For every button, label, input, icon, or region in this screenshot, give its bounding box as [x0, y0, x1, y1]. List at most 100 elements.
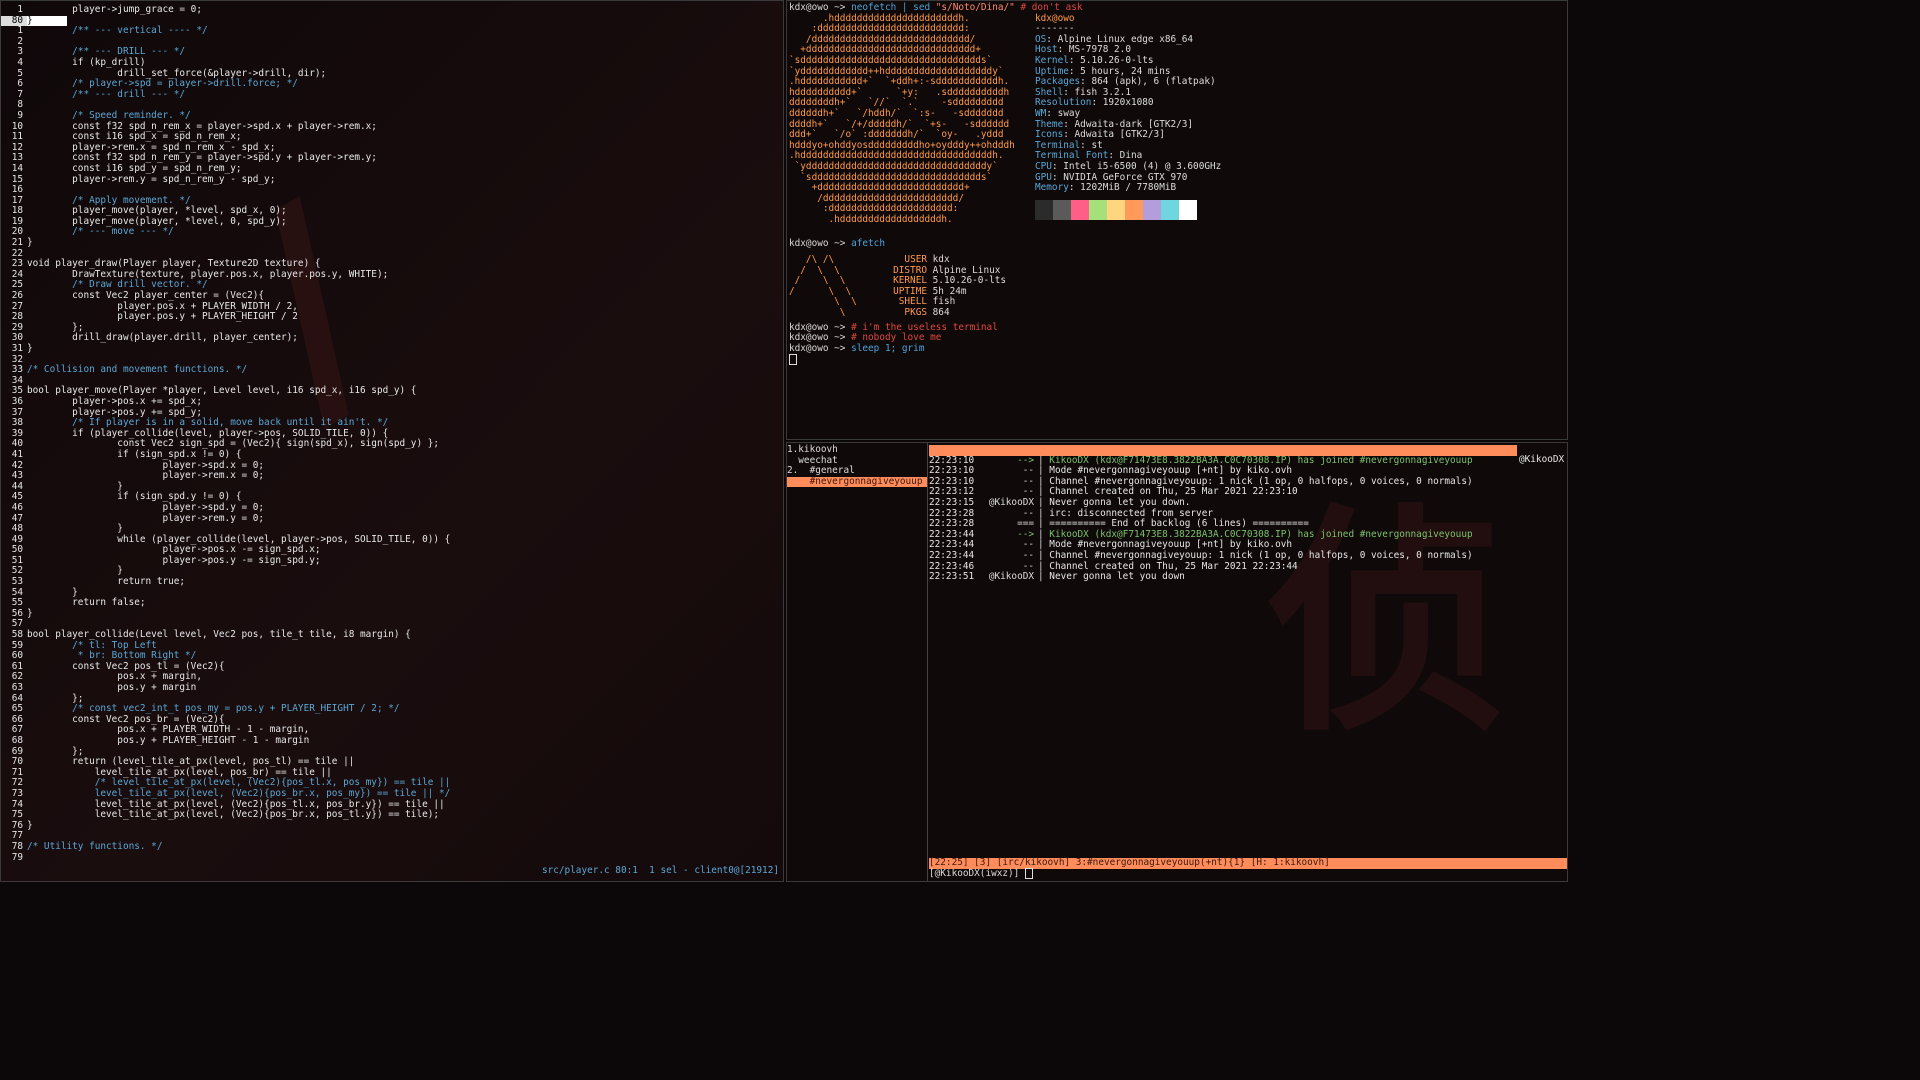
code-line[interactable]: 76}	[1, 820, 450, 832]
buffer-list[interactable]: 1.kikoovh weechat 2. #general #nevergonna…	[787, 444, 927, 488]
code-line[interactable]: 1 /** --- vertical ---- */	[1, 26, 450, 37]
code-text[interactable]: player->rem.y = spd_n_rem_y - spd_y;	[27, 174, 275, 186]
buffer-divider	[927, 443, 928, 881]
irc-input[interactable]: [@KikooDX(iwxz)]	[929, 868, 1033, 880]
neofetch-ascii-logo: .hddddddddddddddddddddddh. :dddddddddddd…	[789, 13, 1035, 226]
code-text[interactable]: pos.y + PLAYER_HEIGHT - 1 - margin	[27, 735, 309, 747]
line-number: 63	[11, 682, 23, 693]
code-line[interactable]: 21}	[1, 237, 450, 249]
info-key: WM	[1035, 107, 1047, 119]
code-line[interactable]: 9 /* Speed reminder. */	[1, 110, 450, 122]
info-row: Memory: 1202MiB / 7780MiB	[1035, 182, 1221, 194]
info-value: Adwaita [GTK2/3]	[1074, 129, 1165, 141]
terminal-cursor[interactable]	[789, 354, 1565, 366]
info-value: 5 hours, 24 mins	[1080, 65, 1171, 77]
afetch-value: fish	[932, 296, 956, 308]
afetch-value: Alpine Linux	[932, 264, 1001, 276]
code-line[interactable]: 79	[1, 852, 450, 864]
code-text[interactable]: return false;	[27, 598, 145, 609]
info-colon: :	[1063, 86, 1075, 98]
afetch-info: USER kdx DISTRO Alpine Linux KERNEL 5.10.2…	[885, 254, 1007, 319]
channel-titlebar	[929, 445, 1517, 456]
info-colon: :	[1091, 97, 1103, 109]
code-text[interactable]: /* Speed reminder. */	[27, 110, 191, 122]
code-line[interactable]: 68 pos.y + PLAYER_HEIGHT - 1 - margin	[1, 735, 450, 747]
code-line[interactable]: 4 if (kp_drill)	[1, 56, 450, 69]
code-line[interactable]: 75 level_tile_at_px(level, (Vec2){pos_br…	[1, 810, 450, 821]
prefix-separator: |	[1038, 549, 1050, 561]
code-text[interactable]: level_tile_at_px(level, (Vec2){pos_br.x,…	[27, 788, 451, 800]
code-line[interactable]: 31}	[1, 343, 450, 355]
code-text[interactable]: pos.y + margin	[27, 682, 196, 694]
code-line[interactable]: 73 level_tile_at_px(level, (Vec2){pos_br…	[1, 788, 451, 800]
nick-item[interactable]: @KikooDX	[1519, 454, 1567, 466]
prefix-separator: |	[1038, 571, 1050, 583]
code-text[interactable]: player->pos.x += spd_x;	[27, 396, 202, 408]
code-line[interactable]: 56}	[1, 608, 450, 620]
ascii-row: .hddddddddddddddddddh.	[789, 213, 953, 225]
line-number: 78	[11, 840, 23, 852]
info-key: Shell	[1035, 86, 1064, 98]
info-value: Adwaita-dark [GTK2/3]	[1074, 118, 1194, 130]
code-line[interactable]: 78 /* Utility functions. */	[1, 840, 450, 853]
code-text[interactable]: /** --- vertical ---- */	[27, 26, 207, 37]
afetch-command-line: kdx@owo ~> afetch	[789, 238, 885, 250]
nick-list[interactable]: @KikooDX	[1519, 454, 1567, 466]
code-text[interactable]: if (sign_spd.x != 0) {	[27, 449, 241, 461]
info-key: GPU	[1035, 171, 1052, 183]
buffer-item[interactable]: 1.kikoovh	[787, 444, 927, 456]
code-text[interactable]: const i16 spd_y = spd_n_rem_y;	[27, 163, 241, 175]
code-line[interactable]: 1 player->jump_grace = 0;	[1, 4, 450, 16]
code-text[interactable]: /* --- move --- */	[27, 227, 174, 238]
code-text[interactable]: level_tile_at_px(level, (Vec2){pos_br.x,…	[27, 810, 439, 821]
code-line[interactable]: 33/* Collision and movement functions. *…	[1, 365, 450, 376]
code-line[interactable]: 36 player->pos.x += spd_x;	[1, 396, 450, 408]
code-text[interactable]: player->jump_grace = 0;	[27, 4, 202, 16]
message-text: Never gonna let you down	[1049, 571, 1185, 583]
info-key: Resolution	[1035, 97, 1092, 109]
code-text[interactable]: drill_draw(player.drill, player_center);	[27, 333, 298, 344]
info-colon: :	[1051, 160, 1064, 172]
code-line[interactable]: 41 if (sign_spd.x != 0) {	[1, 449, 450, 461]
buffer-item[interactable]: #nevergonnagiveyouup	[787, 476, 927, 488]
irc-pane[interactable]: 侦 1.kikoovh weechat 2. #general #nevergon…	[786, 442, 1568, 882]
ascii-row: `sdddddddddddddddddddddddddddddddds`	[789, 54, 993, 66]
code-text[interactable]: }	[27, 237, 33, 249]
code-line[interactable]: 55 return false;	[1, 598, 450, 609]
info-colon: :	[1068, 54, 1081, 66]
info-value: Intel i5-6500 (4) @ 3.600GHz	[1063, 160, 1222, 172]
code-text[interactable]: }	[27, 343, 33, 355]
afetch-value: 5.10.26-0-lts	[932, 275, 1007, 287]
code-text[interactable]: }	[27, 820, 33, 832]
info-colon: :	[1046, 107, 1058, 119]
code-line[interactable]: 63 pos.y + margin	[1, 682, 450, 694]
editor-pane[interactable]: ∕ 1 player->jump_grace = 0; 80} 1 /** --- …	[0, 0, 784, 882]
terminal-pane[interactable]: kdx@owo ~> neofetch | sed "s/Noto/Dina/"…	[786, 0, 1568, 440]
code-text[interactable]: }	[27, 608, 33, 620]
code-text[interactable]: /* Utility functions. */	[27, 841, 162, 853]
line-number: 4	[17, 56, 23, 68]
neofetch-command-line: kdx@owo ~> neofetch | sed "s/Noto/Dina/"…	[789, 2, 1083, 13]
code-line[interactable]: 14 const i16 spd_y = spd_n_rem_y;	[1, 162, 450, 175]
code-line[interactable]: 7 /** --- drill --- */	[1, 89, 450, 101]
code-line[interactable]: 15 player->rem.y = spd_n_rem_y - spd_y;	[1, 174, 450, 186]
info-colon: :	[1108, 150, 1120, 162]
info-colon: :	[1068, 65, 1081, 77]
code-line[interactable]: 20 /* --- move --- */	[1, 227, 450, 238]
info-key: Packages	[1035, 76, 1081, 88]
code-line[interactable]: 30 drill_draw(player.drill, player_cente…	[1, 333, 450, 344]
code-view[interactable]: 1 player->jump_grace = 0; 80} 1 /** --- ve…	[1, 4, 451, 864]
info-key: CPU	[1035, 160, 1052, 172]
ascii-row: ddddddh+` `/hddh/` `:s- -sddddddd	[789, 107, 1004, 119]
info-value: 864 (apk), 6 (flatpak)	[1091, 76, 1216, 88]
line-number: 31	[11, 343, 23, 354]
code-text[interactable]: player->spd.y = 0;	[27, 502, 264, 514]
line-number: 2	[17, 35, 23, 47]
code-text[interactable]: if (kp_drill)	[27, 57, 145, 69]
editor-statusbar: src/player.c 80:1 1 sel - client0@[21912…	[541, 865, 779, 877]
code-text[interactable]: /** --- drill --- */	[27, 89, 185, 101]
line-number: 14	[11, 162, 23, 174]
info-colon: :	[1068, 182, 1081, 194]
code-line[interactable]: 46 player->spd.y = 0;	[1, 502, 450, 514]
code-text[interactable]: /* Collision and movement functions. */	[27, 365, 247, 376]
